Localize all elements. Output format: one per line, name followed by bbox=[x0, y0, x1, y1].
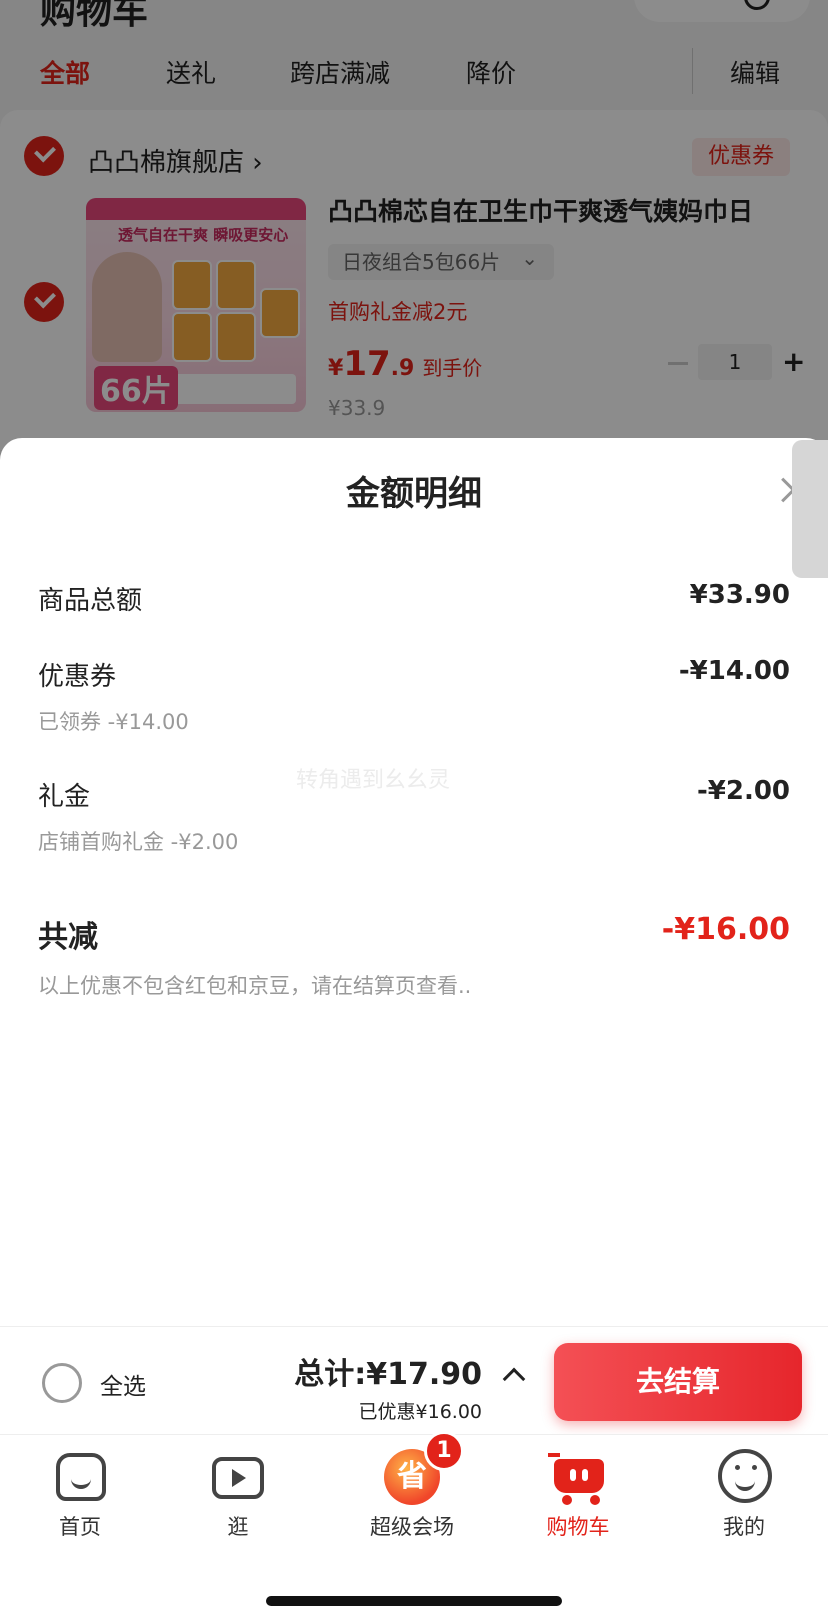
tabbar-label: 逛 bbox=[227, 1515, 249, 1539]
coupon-value: -¥14.00 bbox=[678, 656, 790, 686]
checkout-button[interactable]: 去结算 bbox=[554, 1343, 802, 1421]
home-indicator bbox=[266, 1596, 562, 1606]
discount-note: 以上优惠不包含红包和京豆，请在结算页查看.. bbox=[38, 974, 472, 998]
total-discount-value: -¥16.00 bbox=[661, 912, 790, 947]
gift-money-sub: 店铺首购礼金 -¥2.00 bbox=[38, 830, 239, 854]
saved-amount: 已优惠¥16.00 bbox=[358, 1401, 482, 1423]
select-all-label[interactable]: 全选 bbox=[100, 1367, 146, 1401]
coupon-label: 优惠券 bbox=[38, 662, 117, 692]
chevron-up-icon[interactable] bbox=[502, 1367, 526, 1391]
tabbar-item-mine[interactable]: 我的 bbox=[664, 1435, 824, 1545]
tabbar-label: 购物车 bbox=[546, 1515, 610, 1539]
tabbar-item-super-venue[interactable]: 省 1 超级会场 bbox=[332, 1431, 492, 1545]
tabbar-item-browse[interactable]: 逛 bbox=[158, 1435, 318, 1545]
notification-badge: 1 bbox=[424, 1431, 464, 1471]
goods-total-value: ¥33.90 bbox=[689, 580, 790, 610]
cart-icon bbox=[548, 1453, 608, 1505]
bottom-tabbar: 首页 逛 省 1 超级会场 购物车 我的 bbox=[0, 1431, 828, 1623]
smile-icon bbox=[718, 1449, 772, 1503]
tabbar-item-home[interactable]: 首页 bbox=[0, 1435, 160, 1545]
select-all-checkbox[interactable] bbox=[42, 1363, 82, 1403]
checkout-bar: 全选 总计:¥17.90 已优惠¥16.00 去结算 bbox=[0, 1326, 828, 1434]
total-discount-label: 共减 bbox=[38, 920, 98, 955]
tabbar-item-cart[interactable]: 购物车 bbox=[498, 1435, 658, 1545]
total-price: 总计:¥17.90 bbox=[294, 1357, 482, 1392]
coupon-sub: 已领券 -¥14.00 bbox=[38, 710, 189, 734]
tabbar-label: 我的 bbox=[723, 1515, 765, 1539]
tabbar-label: 超级会场 bbox=[370, 1515, 454, 1539]
sheet-title: 金额明细 bbox=[346, 474, 482, 514]
gift-money-label: 礼金 bbox=[38, 782, 91, 812]
goods-total-label: 商品总额 bbox=[38, 586, 143, 616]
tabbar-label: 首页 bbox=[59, 1515, 101, 1539]
video-icon bbox=[212, 1457, 264, 1499]
gift-money-value: -¥2.00 bbox=[696, 776, 790, 806]
home-icon bbox=[56, 1453, 106, 1501]
watermark: 转角遇到幺幺灵 bbox=[296, 768, 451, 793]
side-handle[interactable] bbox=[792, 440, 828, 578]
